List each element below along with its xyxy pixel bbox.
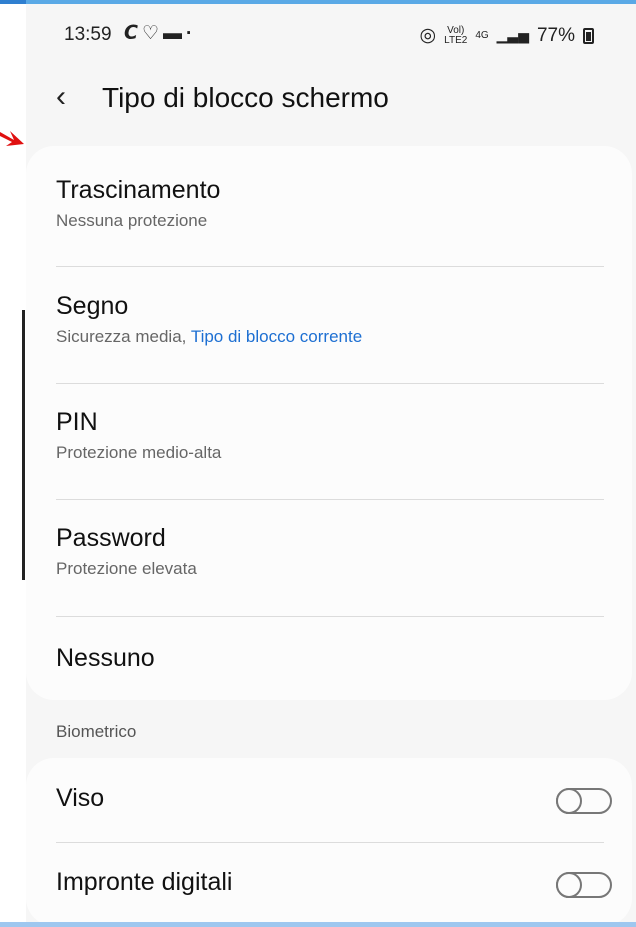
message-icon: ▬ xyxy=(163,23,186,44)
option-label: Nessuno xyxy=(56,644,155,672)
status-bar: 13:59 𝘾♡▬· ◎ Vol) LTE2 4G ▁▃▅ 77% xyxy=(26,4,636,66)
dot-icon: · xyxy=(186,23,197,44)
page-title: Tipo di blocco schermo xyxy=(102,82,389,113)
impronte-toggle[interactable] xyxy=(556,872,612,898)
biometric-card: Viso Impronte digitali xyxy=(26,758,632,922)
section-biometrico: Biometrico xyxy=(56,722,137,741)
frame-left-accent xyxy=(0,0,26,4)
option-password[interactable]: Password Protezione elevata xyxy=(56,524,604,579)
hotspot-icon: ◎ xyxy=(419,25,437,46)
option-description: Sicurezza media, Tipo di blocco corrente xyxy=(56,327,363,346)
side-divider xyxy=(22,310,25,580)
red-arrow-icon xyxy=(0,131,24,146)
c-icon: 𝘾 xyxy=(124,23,142,44)
option-nessuno[interactable]: Nessuno xyxy=(56,644,604,673)
divider xyxy=(56,842,604,843)
biometric-label: Viso xyxy=(56,784,105,812)
status-notification-icons: 𝘾♡▬· xyxy=(124,22,196,45)
phone-screen: 13:59 𝘾♡▬· ◎ Vol) LTE2 4G ▁▃▅ 77% ‹ Tipo … xyxy=(26,4,636,922)
viso-toggle[interactable] xyxy=(556,788,612,814)
frame-bottom-line xyxy=(0,922,636,927)
toggle-knob xyxy=(556,788,582,814)
current-lock-type-label: Tipo di blocco corrente xyxy=(190,327,363,346)
health-icon: ♡ xyxy=(141,23,163,44)
divider xyxy=(56,499,604,500)
battery-icon xyxy=(583,27,594,44)
option-label: Trascinamento xyxy=(56,176,221,204)
divider xyxy=(56,266,604,267)
back-arrow-icon[interactable]: ‹ xyxy=(56,80,66,114)
toggle-knob xyxy=(556,872,582,898)
divider xyxy=(56,383,604,384)
biometric-viso-row[interactable]: Viso xyxy=(56,770,612,830)
network-label: 4G xyxy=(475,29,489,41)
option-label: Password xyxy=(56,524,166,552)
biometric-label: Impronte digitali xyxy=(56,868,233,896)
volte-label: Vol) LTE2 xyxy=(444,24,468,46)
option-segno[interactable]: Segno Sicurezza media, Tipo di blocco co… xyxy=(56,292,604,347)
option-description: Nessuna protezione xyxy=(56,211,208,230)
battery-percent: 77% xyxy=(536,24,575,46)
app-header: ‹ Tipo di blocco schermo xyxy=(26,66,636,132)
option-description: Protezione elevata xyxy=(56,559,197,578)
option-label: PIN xyxy=(56,408,98,436)
option-label: Segno xyxy=(56,292,129,320)
option-pin[interactable]: PIN Protezione medio-alta xyxy=(56,408,604,463)
lock-type-card: Trascinamento Nessuna protezione Segno S… xyxy=(26,146,632,700)
biometric-impronte-row[interactable]: Impronte digitali xyxy=(56,854,612,914)
divider xyxy=(56,616,604,617)
signal-icon: ▁▃▅ xyxy=(496,27,529,43)
status-time: 13:59 xyxy=(64,24,112,45)
status-right-icons: ◎ Vol) LTE2 4G ▁▃▅ 77% xyxy=(420,24,594,47)
option-trascinamento[interactable]: Trascinamento Nessuna protezione xyxy=(56,176,604,231)
option-description: Protezione medio-alta xyxy=(56,443,222,462)
